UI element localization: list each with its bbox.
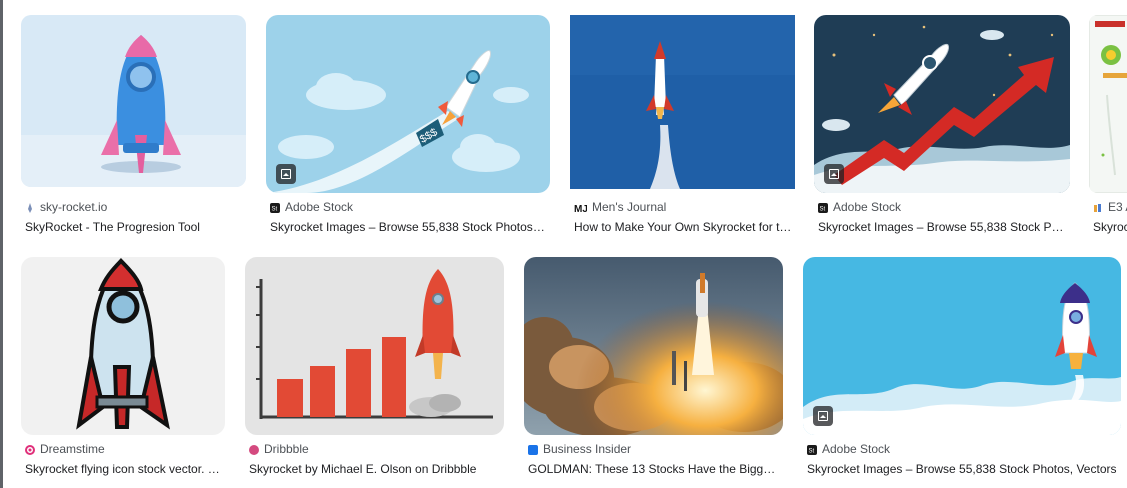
result-thumbnail[interactable] bbox=[245, 257, 504, 435]
result-title[interactable]: Skyrocket by Michael E. Olson on Dribbbl… bbox=[249, 462, 501, 476]
result-title[interactable]: Skyroc bbox=[1093, 220, 1127, 234]
source-name: Dribbble bbox=[264, 442, 309, 456]
dreamstime-favicon-icon bbox=[25, 444, 35, 455]
image-badge-icon bbox=[813, 406, 833, 426]
result-title[interactable]: Skyrocket flying icon stock vector. Illu… bbox=[25, 462, 223, 476]
adobe-stock-favicon-icon: St bbox=[818, 202, 828, 213]
result-card[interactable]: St Adobe Stock Skyrocket Images – Browse… bbox=[803, 257, 1121, 482]
source-name: Adobe Stock bbox=[833, 200, 902, 214]
result-source[interactable]: MJ Men's Journal bbox=[574, 200, 667, 215]
bar-growth-rocket-image bbox=[245, 257, 504, 435]
result-thumbnail[interactable] bbox=[570, 15, 795, 189]
source-name: E3 A bbox=[1108, 200, 1127, 214]
result-thumbnail[interactable]: $$$ bbox=[266, 15, 550, 193]
result-title[interactable]: How to Make Your Own Skyrocket for the 4… bbox=[574, 220, 794, 234]
source-name: Adobe Stock bbox=[285, 200, 354, 214]
result-card[interactable]: Business Insider GOLDMAN: These 13 Stock… bbox=[524, 257, 783, 482]
result-card[interactable]: Dribbble Skyrocket by Michael E. Olson o… bbox=[245, 257, 504, 482]
mens-journal-favicon-icon: MJ bbox=[574, 202, 588, 215]
e3-favicon-icon bbox=[1093, 202, 1103, 212]
result-thumbnail[interactable] bbox=[803, 257, 1121, 435]
adobe-stock-favicon-icon: St bbox=[270, 202, 280, 213]
result-card[interactable]: $$$ St Adobe Stock Skyrocket Images – Br… bbox=[266, 15, 550, 240]
shuttle-launch-photo bbox=[524, 257, 783, 435]
result-title[interactable]: Skyrocket Images – Browse 55,838 Stock P… bbox=[807, 462, 1117, 476]
result-source[interactable]: sky-rocket.io bbox=[25, 200, 107, 214]
result-title[interactable]: SkyRocket - The Progresion Tool bbox=[25, 220, 245, 234]
youth-poster-image bbox=[1089, 15, 1127, 193]
source-name: Adobe Stock bbox=[822, 442, 891, 456]
source-name: Dreamstime bbox=[40, 442, 105, 456]
dribbble-favicon-icon bbox=[249, 444, 259, 455]
window-edge bbox=[0, 0, 3, 488]
source-name: sky-rocket.io bbox=[40, 200, 108, 214]
result-source[interactable]: St Adobe Stock bbox=[270, 200, 353, 214]
result-source[interactable]: Dribbble bbox=[249, 442, 309, 456]
result-source[interactable]: St Adobe Stock bbox=[818, 200, 901, 214]
rocket-launch-photo bbox=[570, 15, 795, 189]
rocket-price-image: $$$ bbox=[266, 15, 550, 193]
result-thumbnail[interactable] bbox=[21, 257, 225, 435]
result-title[interactable]: Skyrocket Images – Browse 55,838 Stock P… bbox=[818, 220, 1068, 234]
rocket-icon-image bbox=[21, 257, 225, 435]
source-name: Men's Journal bbox=[592, 200, 667, 214]
svg-text:St: St bbox=[809, 449, 815, 455]
result-card[interactable]: MJ Men's Journal How to Make Your Own Sk… bbox=[570, 15, 795, 240]
result-thumbnail[interactable] bbox=[524, 257, 783, 435]
image-badge-icon bbox=[824, 164, 844, 184]
rocket-arrow-image bbox=[814, 15, 1070, 193]
adobe-stock-favicon-icon: St bbox=[807, 444, 817, 455]
svg-text:St: St bbox=[272, 207, 278, 213]
result-card[interactable]: Dreamstime Skyrocket flying icon stock v… bbox=[21, 257, 225, 482]
image-badge-icon bbox=[276, 164, 296, 184]
result-title[interactable]: GOLDMAN: These 13 Stocks Have the Bigges… bbox=[528, 462, 780, 476]
result-source[interactable]: Dreamstime bbox=[25, 442, 105, 456]
result-source[interactable]: St Adobe Stock bbox=[807, 442, 890, 456]
result-thumbnail[interactable] bbox=[1089, 15, 1127, 193]
svg-text:MJ: MJ bbox=[574, 204, 587, 213]
result-card[interactable]: sky-rocket.io SkyRocket - The Progresion… bbox=[21, 15, 246, 240]
result-title[interactable]: Skyrocket Images – Browse 55,838 Stock P… bbox=[270, 220, 546, 234]
result-card[interactable]: St Adobe Stock Skyrocket Images – Browse… bbox=[814, 15, 1070, 240]
business-insider-favicon-icon bbox=[528, 444, 538, 455]
source-name: Business Insider bbox=[543, 442, 632, 456]
svg-text:St: St bbox=[820, 207, 826, 213]
result-card[interactable]: E3 A Skyroc bbox=[1089, 15, 1127, 240]
rocket-favicon-icon bbox=[25, 202, 35, 213]
result-source[interactable]: Business Insider bbox=[528, 442, 631, 456]
result-thumbnail[interactable] bbox=[21, 15, 246, 187]
rocket-toy-image bbox=[21, 15, 246, 187]
result-thumbnail[interactable] bbox=[814, 15, 1070, 193]
rocket-sky-image bbox=[803, 257, 1121, 435]
result-source[interactable]: E3 A bbox=[1093, 200, 1127, 214]
